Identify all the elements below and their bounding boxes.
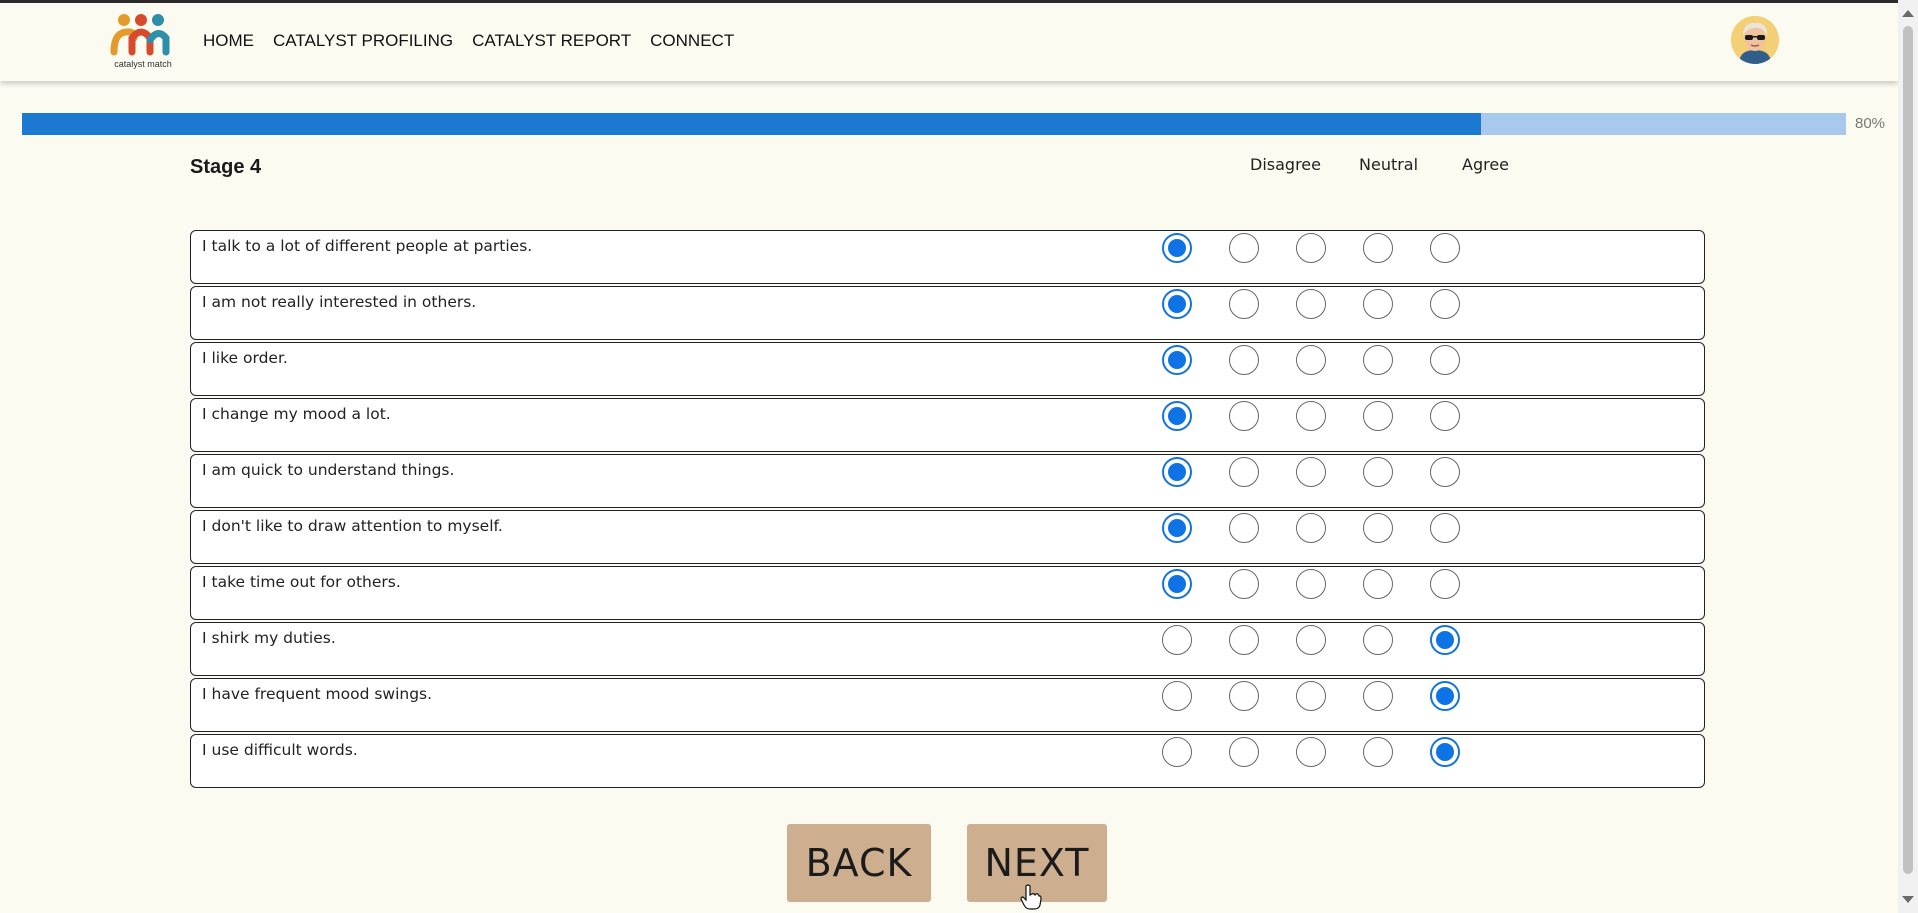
nav-links: HOME CATALYST PROFILING CATALYST REPORT … bbox=[203, 31, 753, 51]
question-text: I am not really interested in others. bbox=[202, 293, 477, 311]
question-row: I have frequent mood swings. bbox=[190, 678, 1705, 732]
question-text: I talk to a lot of different people at p… bbox=[202, 237, 533, 255]
question-text: I use difficult words. bbox=[202, 741, 358, 759]
stage-title: Stage 4 bbox=[190, 156, 262, 178]
likert-radio-5[interactable] bbox=[1430, 233, 1460, 263]
question-row: I take time out for others. bbox=[190, 566, 1705, 620]
nav-catalyst-report[interactable]: CATALYST REPORT bbox=[472, 31, 631, 51]
user-avatar[interactable] bbox=[1731, 16, 1779, 64]
likert-radio-1[interactable] bbox=[1162, 345, 1192, 375]
likert-radio-3[interactable] bbox=[1296, 737, 1326, 767]
likert-radio-3[interactable] bbox=[1296, 345, 1326, 375]
progress-percent-label: 80% bbox=[1855, 115, 1886, 132]
likert-radio-2[interactable] bbox=[1229, 233, 1259, 263]
question-row: I use difficult words. bbox=[190, 734, 1705, 788]
page-scrollbar[interactable] bbox=[1898, 0, 1918, 913]
nav-home[interactable]: HOME bbox=[203, 31, 254, 51]
likert-radio-2[interactable] bbox=[1229, 289, 1259, 319]
likert-radio-4[interactable] bbox=[1363, 513, 1393, 543]
navbar: catalyst match HOME CATALYST PROFILING C… bbox=[0, 3, 1898, 81]
logo-text: catalyst match bbox=[114, 59, 172, 69]
likert-radio-5[interactable] bbox=[1430, 681, 1460, 711]
scroll-down-icon[interactable] bbox=[1902, 896, 1914, 903]
likert-radio-1[interactable] bbox=[1162, 457, 1192, 487]
question-row: I don't like to draw attention to myself… bbox=[190, 510, 1705, 564]
avatar-icon bbox=[1731, 16, 1779, 64]
likert-radio-3[interactable] bbox=[1296, 457, 1326, 487]
question-text: I like order. bbox=[202, 349, 288, 367]
likert-radio-5[interactable] bbox=[1430, 625, 1460, 655]
scale-label-neutral: Neutral bbox=[1359, 155, 1419, 174]
likert-radio-1[interactable] bbox=[1162, 737, 1192, 767]
likert-radio-2[interactable] bbox=[1229, 569, 1259, 599]
likert-radio-1[interactable] bbox=[1162, 401, 1192, 431]
question-text: I have frequent mood swings. bbox=[202, 685, 433, 703]
question-row: I shirk my duties. bbox=[190, 622, 1705, 676]
likert-radio-3[interactable] bbox=[1296, 681, 1326, 711]
question-text: I shirk my duties. bbox=[202, 629, 336, 647]
likert-radio-3[interactable] bbox=[1296, 289, 1326, 319]
likert-radio-4[interactable] bbox=[1363, 457, 1393, 487]
likert-radio-5[interactable] bbox=[1430, 513, 1460, 543]
question-row: I like order. bbox=[190, 342, 1705, 396]
nav-catalyst-profiling[interactable]: CATALYST PROFILING bbox=[273, 31, 453, 51]
likert-radio-5[interactable] bbox=[1430, 345, 1460, 375]
likert-radio-4[interactable] bbox=[1363, 569, 1393, 599]
likert-radio-5[interactable] bbox=[1430, 737, 1460, 767]
likert-radio-2[interactable] bbox=[1229, 681, 1259, 711]
question-text: I take time out for others. bbox=[202, 573, 401, 591]
likert-radio-3[interactable] bbox=[1296, 513, 1326, 543]
likert-radio-2[interactable] bbox=[1229, 401, 1259, 431]
question-row: I talk to a lot of different people at p… bbox=[190, 230, 1705, 284]
likert-radio-5[interactable] bbox=[1430, 457, 1460, 487]
back-button[interactable]: BACK bbox=[787, 824, 931, 902]
likert-radio-3[interactable] bbox=[1296, 569, 1326, 599]
question-list: I talk to a lot of different people at p… bbox=[190, 230, 1705, 790]
question-row: I am quick to understand things. bbox=[190, 454, 1705, 508]
likert-radio-1[interactable] bbox=[1162, 513, 1192, 543]
likert-radio-1[interactable] bbox=[1162, 625, 1192, 655]
likert-radio-3[interactable] bbox=[1296, 401, 1326, 431]
likert-radio-4[interactable] bbox=[1363, 625, 1393, 655]
progress-bar-fill bbox=[22, 113, 1482, 135]
hand-pointer-cursor-icon bbox=[1020, 884, 1042, 910]
question-text: I change my mood a lot. bbox=[202, 405, 391, 423]
likert-radio-2[interactable] bbox=[1229, 457, 1259, 487]
likert-radio-2[interactable] bbox=[1229, 737, 1259, 767]
likert-radio-2[interactable] bbox=[1229, 345, 1259, 375]
question-row: I change my mood a lot. bbox=[190, 398, 1705, 452]
likert-radio-4[interactable] bbox=[1363, 401, 1393, 431]
likert-radio-5[interactable] bbox=[1430, 289, 1460, 319]
likert-radio-1[interactable] bbox=[1162, 569, 1192, 599]
likert-radio-4[interactable] bbox=[1363, 737, 1393, 767]
logo-icon bbox=[110, 14, 170, 56]
scroll-thumb[interactable] bbox=[1903, 26, 1913, 874]
likert-radio-4[interactable] bbox=[1363, 289, 1393, 319]
nav-connect[interactable]: CONNECT bbox=[650, 31, 734, 51]
scale-label-disagree: Disagree bbox=[1250, 155, 1321, 174]
likert-radio-5[interactable] bbox=[1430, 401, 1460, 431]
question-text: I don't like to draw attention to myself… bbox=[202, 517, 503, 535]
likert-radio-4[interactable] bbox=[1363, 233, 1393, 263]
likert-radio-2[interactable] bbox=[1229, 625, 1259, 655]
progress-bar bbox=[22, 113, 1846, 135]
likert-radio-1[interactable] bbox=[1162, 289, 1192, 319]
likert-radio-1[interactable] bbox=[1162, 681, 1192, 711]
likert-radio-4[interactable] bbox=[1363, 345, 1393, 375]
likert-radio-2[interactable] bbox=[1229, 513, 1259, 543]
scale-label-agree: Agree bbox=[1462, 155, 1510, 174]
likert-radio-3[interactable] bbox=[1296, 625, 1326, 655]
likert-radio-4[interactable] bbox=[1363, 681, 1393, 711]
likert-radio-5[interactable] bbox=[1430, 569, 1460, 599]
catalyst-match-logo[interactable]: catalyst match bbox=[110, 12, 176, 74]
likert-radio-1[interactable] bbox=[1162, 233, 1192, 263]
scroll-up-icon[interactable] bbox=[1902, 10, 1914, 17]
question-text: I am quick to understand things. bbox=[202, 461, 455, 479]
likert-radio-3[interactable] bbox=[1296, 233, 1326, 263]
question-row: I am not really interested in others. bbox=[190, 286, 1705, 340]
